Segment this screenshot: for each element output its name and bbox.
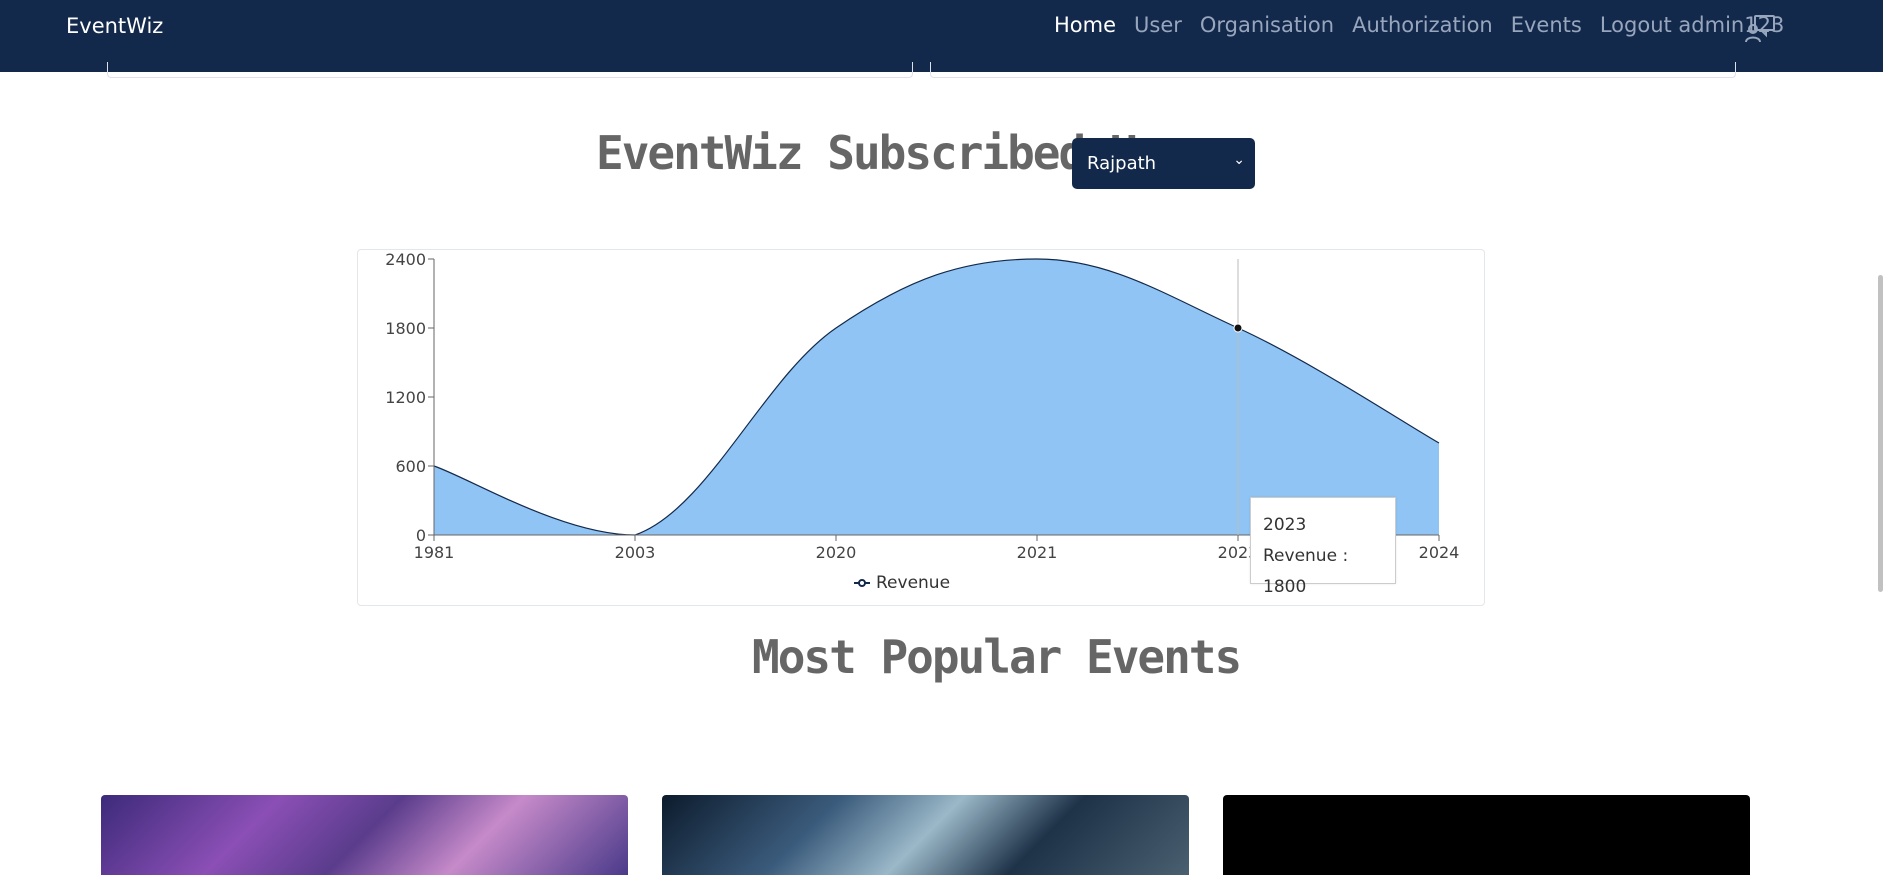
- y-tick-label: 2400: [385, 250, 426, 269]
- chat-icon[interactable]: [1744, 12, 1778, 46]
- y-tick-label: 600: [395, 457, 426, 476]
- tooltip-category: 2023: [1263, 515, 1307, 535]
- previous-card-left: [107, 62, 913, 78]
- nav-events-link[interactable]: Events: [1511, 13, 1582, 37]
- nav-user-link[interactable]: User: [1134, 13, 1182, 37]
- legend-marker-icon: [854, 579, 870, 587]
- nav-organisation-link[interactable]: Organisation: [1200, 13, 1334, 37]
- nav-home-link[interactable]: Home: [1054, 13, 1116, 37]
- x-tick-label: 2024: [1419, 543, 1460, 562]
- x-tick-label: 2020: [816, 543, 857, 562]
- scrollbar[interactable]: [1878, 275, 1883, 592]
- tooltip-value: Revenue : 1800: [1263, 546, 1349, 597]
- revenue-area-fill: [434, 259, 1439, 535]
- popular-events-heading: Most Popular Events: [752, 630, 1242, 684]
- previous-card-right: [930, 62, 1736, 78]
- x-tick-label: 1981: [414, 543, 455, 562]
- event-card-1[interactable]: [101, 795, 628, 875]
- active-data-point: [1233, 323, 1243, 333]
- event-card-3[interactable]: [1223, 795, 1750, 875]
- nav-links: Home User Organisation Authorization Eve…: [1054, 13, 1802, 37]
- chart-tooltip: 2023 Revenue : 1800: [1250, 497, 1396, 597]
- nav-authorization-link[interactable]: Authorization: [1352, 13, 1493, 37]
- event-card-2[interactable]: [662, 795, 1189, 875]
- brand-logo[interactable]: EventWiz: [66, 14, 163, 38]
- x-tick-label: 2021: [1017, 543, 1058, 562]
- venue-select[interactable]: Rajpath ⌄: [1072, 138, 1255, 189]
- legend-label: Revenue: [876, 573, 951, 593]
- chevron-down-icon: ⌄: [1233, 152, 1245, 168]
- chart-legend[interactable]: Revenue: [854, 573, 950, 593]
- y-tick-label: 1800: [385, 319, 426, 338]
- venue-select-value: Rajpath: [1087, 153, 1157, 174]
- x-tick-label: 2003: [615, 543, 656, 562]
- y-tick-label: 1200: [385, 388, 426, 407]
